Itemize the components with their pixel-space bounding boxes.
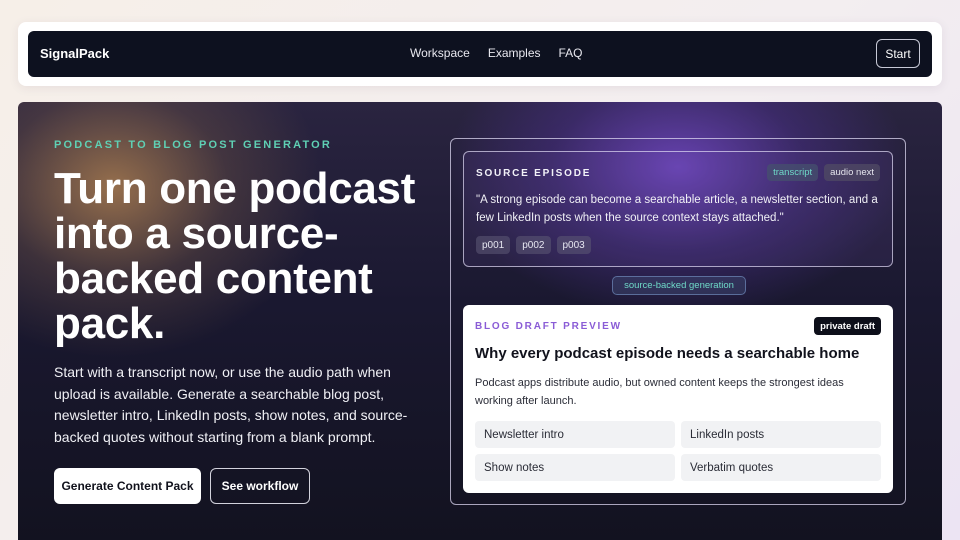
output-newsletter-intro: Newsletter intro <box>475 421 675 448</box>
chip-audio-next: audio next <box>824 164 880 181</box>
preview-panel: SOURCE EPISODE transcript audio next "A … <box>450 138 906 505</box>
draft-body: Podcast apps distribute audio, but owned… <box>475 377 844 407</box>
nav-link-workspace[interactable]: Workspace <box>410 46 470 60</box>
source-card-title: SOURCE EPISODE <box>476 168 592 179</box>
nav-link-examples[interactable]: Examples <box>488 46 541 60</box>
nav-links: Workspace Examples FAQ <box>410 46 583 60</box>
draft-title: Why every podcast episode needs a search… <box>475 345 860 362</box>
source-quote: "A strong episode can become a searchabl… <box>476 194 878 224</box>
source-refs: p001 p002 p003 <box>476 236 591 254</box>
generate-content-pack-button[interactable]: Generate Content Pack <box>54 468 201 504</box>
output-verbatim-quotes: Verbatim quotes <box>681 454 881 481</box>
brand-logo[interactable]: SignalPack <box>40 46 109 61</box>
source-chips: transcript audio next <box>767 164 880 181</box>
start-button[interactable]: Start <box>876 39 920 68</box>
ref-tag: p002 <box>516 236 551 254</box>
generation-connector-badge: source-backed generation <box>612 276 746 295</box>
source-episode-card: SOURCE EPISODE transcript audio next "A … <box>463 151 893 267</box>
output-show-notes: Show notes <box>475 454 675 481</box>
output-linkedin-posts: LinkedIn posts <box>681 421 881 448</box>
draft-card-label: BLOG DRAFT PREVIEW <box>475 321 622 332</box>
chip-transcript: transcript <box>767 164 819 181</box>
nav-link-faq[interactable]: FAQ <box>559 46 583 60</box>
hero-eyebrow: PODCAST TO BLOG POST GENERATOR <box>54 139 333 151</box>
blog-draft-card: BLOG DRAFT PREVIEW private draft Why eve… <box>463 305 893 493</box>
hero-section: PODCAST TO BLOG POST GENERATOR Turn one … <box>18 102 942 540</box>
output-grid: Newsletter intro LinkedIn posts Show not… <box>475 421 881 481</box>
ref-tag: p001 <box>476 236 511 254</box>
hero-headline: Turn one podcast into a source-backed co… <box>54 164 416 348</box>
ref-tag: p003 <box>556 236 591 254</box>
top-nav: SignalPack Workspace Examples FAQ Start <box>28 31 932 77</box>
hero-lead: Start with a transcript now, or use the … <box>54 364 408 445</box>
see-workflow-button[interactable]: See workflow <box>210 468 310 504</box>
private-draft-badge: private draft <box>814 317 881 335</box>
nav-shell: SignalPack Workspace Examples FAQ Start <box>18 22 942 86</box>
